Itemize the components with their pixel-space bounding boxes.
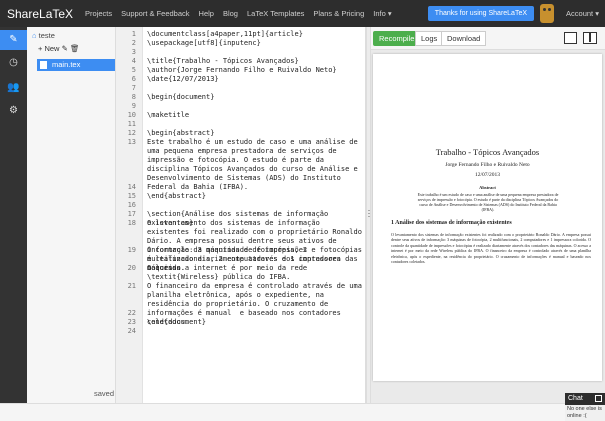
pdf-abstract-title: Abstract	[479, 185, 496, 190]
line-number: 4	[131, 57, 136, 65]
line-number: 23	[127, 318, 136, 326]
line-number: 24	[127, 327, 136, 335]
nav-support-feedback[interactable]: Support & Feedback	[121, 9, 189, 18]
recompile-button[interactable]: Recompile	[373, 31, 421, 46]
project-folder[interactable]: ⌂ teste	[32, 31, 55, 40]
nav-info-label: Info	[373, 9, 386, 18]
line-number: 6	[131, 75, 136, 83]
delete-trash-icon[interactable]: 🗑	[70, 44, 80, 53]
pdf-page[interactable]: Trabalho - Tópicos Avançados Jorge Ferna…	[373, 54, 602, 381]
code-line[interactable]: \maketitle	[147, 111, 365, 120]
left-icon-bar: ✎ ◷ 👥 ⚙	[0, 27, 27, 403]
code-line[interactable]: \date{12/07/2013}	[147, 75, 365, 84]
line-number: 20	[127, 264, 136, 272]
pdf-section-heading: 1 Análise dos sistemas de informação exi…	[391, 220, 512, 226]
split-pane-layout-icon[interactable]	[583, 32, 597, 44]
line-number: 9	[131, 102, 136, 110]
line-number: 3	[131, 48, 136, 56]
code-line[interactable]: \title{Trabalho - Tópicos Avançados}	[147, 57, 365, 66]
code-line[interactable]: \end{document}	[147, 318, 365, 327]
code-line[interactable]: \author{Jorge Fernando Filho e Ruivaldo …	[147, 66, 365, 75]
mascot-icon	[540, 4, 555, 23]
rename-pencil-icon[interactable]: ✎	[62, 44, 68, 53]
code-line[interactable]: \documentclass[a4paper,11pt]{article}	[147, 30, 365, 39]
line-number: 15	[127, 192, 136, 200]
splitter-grip	[368, 213, 370, 214]
pdf-abstract: Este trabalho é um estudo de caso e uma …	[417, 192, 559, 212]
folder-home-icon: ⌂	[32, 31, 37, 40]
line-number: 10	[127, 111, 136, 119]
code-line[interactable]: O acesso a internet é por meio da rede \…	[147, 264, 365, 282]
download-button[interactable]: Download	[441, 31, 487, 46]
code-line[interactable]: \begin{abstract}	[147, 129, 365, 138]
history-icon[interactable]: ◷	[0, 53, 27, 73]
chat-status: No one else is online :(	[565, 405, 605, 421]
top-navbar: ShareLaTeX Projects Support & Feedback H…	[0, 0, 605, 27]
brand-logo[interactable]: ShareLaTeX	[7, 7, 73, 21]
pdf-body-text: O levantamento dos sistemas de informaçã…	[391, 232, 591, 265]
share-users-icon[interactable]: 👥	[0, 78, 27, 98]
footer-bar	[0, 403, 605, 421]
chat-minimize-icon[interactable]	[595, 395, 602, 402]
code-line[interactable]: \end{abstract}	[147, 192, 365, 201]
nav-blog[interactable]: Blog	[223, 9, 238, 18]
code-line[interactable]: Este trabalho é um estudo de caso e uma …	[147, 138, 365, 192]
logs-button[interactable]: Logs	[415, 31, 444, 46]
code-line[interactable]: \usepackage[utf8]{inputenc}	[147, 39, 365, 48]
pdf-date: 12/07/2013	[474, 172, 501, 178]
line-number: 2	[131, 39, 136, 47]
file-icon	[40, 61, 47, 70]
new-file-label: New	[44, 44, 60, 53]
code-editor[interactable]: 1 \documentclass[a4paper,11pt]{article} 2 \…	[116, 27, 366, 403]
line-number: 21	[127, 282, 136, 290]
nav-plans-pricing[interactable]: Plans & Pricing	[313, 9, 364, 18]
splitter-grip	[368, 216, 370, 217]
thanks-button[interactable]: Thanks for using ShareLaTeX	[427, 6, 535, 21]
line-number: 5	[131, 66, 136, 74]
chat-title: Chat	[568, 395, 583, 402]
pdf-preview-pane: Recompile Logs Download Trabalho - Tópic…	[371, 27, 605, 403]
new-file-button[interactable]: + New	[38, 44, 59, 53]
pdf-author: Jorge Fernando Filho e Ruivaldo Neto	[445, 162, 530, 168]
splitter-grip	[368, 210, 370, 211]
chevron-down-icon: ▾	[595, 9, 599, 18]
line-number: 13	[127, 138, 136, 146]
chevron-down-icon: ▾	[387, 9, 392, 18]
line-number: 17	[127, 210, 136, 218]
nav-info[interactable]: Info ▾	[373, 9, 391, 18]
line-number: 8	[131, 93, 136, 101]
file-item-main-tex[interactable]: main.tex	[37, 59, 115, 71]
line-number: 12	[127, 129, 136, 137]
save-status: saved	[94, 389, 115, 398]
new-file-toolbar: + New ✎ 🗑	[38, 44, 80, 53]
line-number: 14	[127, 183, 136, 191]
nav-latex-templates[interactable]: LaTeX Templates	[247, 9, 304, 18]
line-number: 22	[127, 309, 136, 317]
nav-projects[interactable]: Projects	[85, 9, 112, 18]
line-number: 16	[127, 201, 136, 209]
line-number: 1	[131, 30, 136, 38]
project-name: teste	[38, 31, 55, 40]
single-pane-layout-icon[interactable]	[564, 32, 577, 44]
nav-help[interactable]: Help	[199, 9, 214, 18]
account-menu[interactable]: Account ▾	[566, 9, 599, 18]
file-name: main.tex	[52, 60, 81, 69]
pdf-toolbar: Recompile Logs Download	[371, 27, 605, 50]
code-line[interactable]: \begin{document}	[147, 93, 365, 102]
line-number: 18	[127, 219, 136, 227]
pdf-title: Trabalho - Tópicos Avançados	[435, 147, 540, 157]
line-number: 11	[127, 120, 136, 128]
file-tree: ⌂ teste + New ✎ 🗑 main.tex saved	[27, 27, 116, 403]
settings-gear-icon[interactable]: ⚙	[0, 101, 27, 121]
account-label: Account	[566, 9, 594, 18]
line-number: 19	[127, 246, 136, 254]
edit-icon[interactable]: ✎	[0, 30, 27, 50]
line-number: 7	[131, 84, 136, 92]
